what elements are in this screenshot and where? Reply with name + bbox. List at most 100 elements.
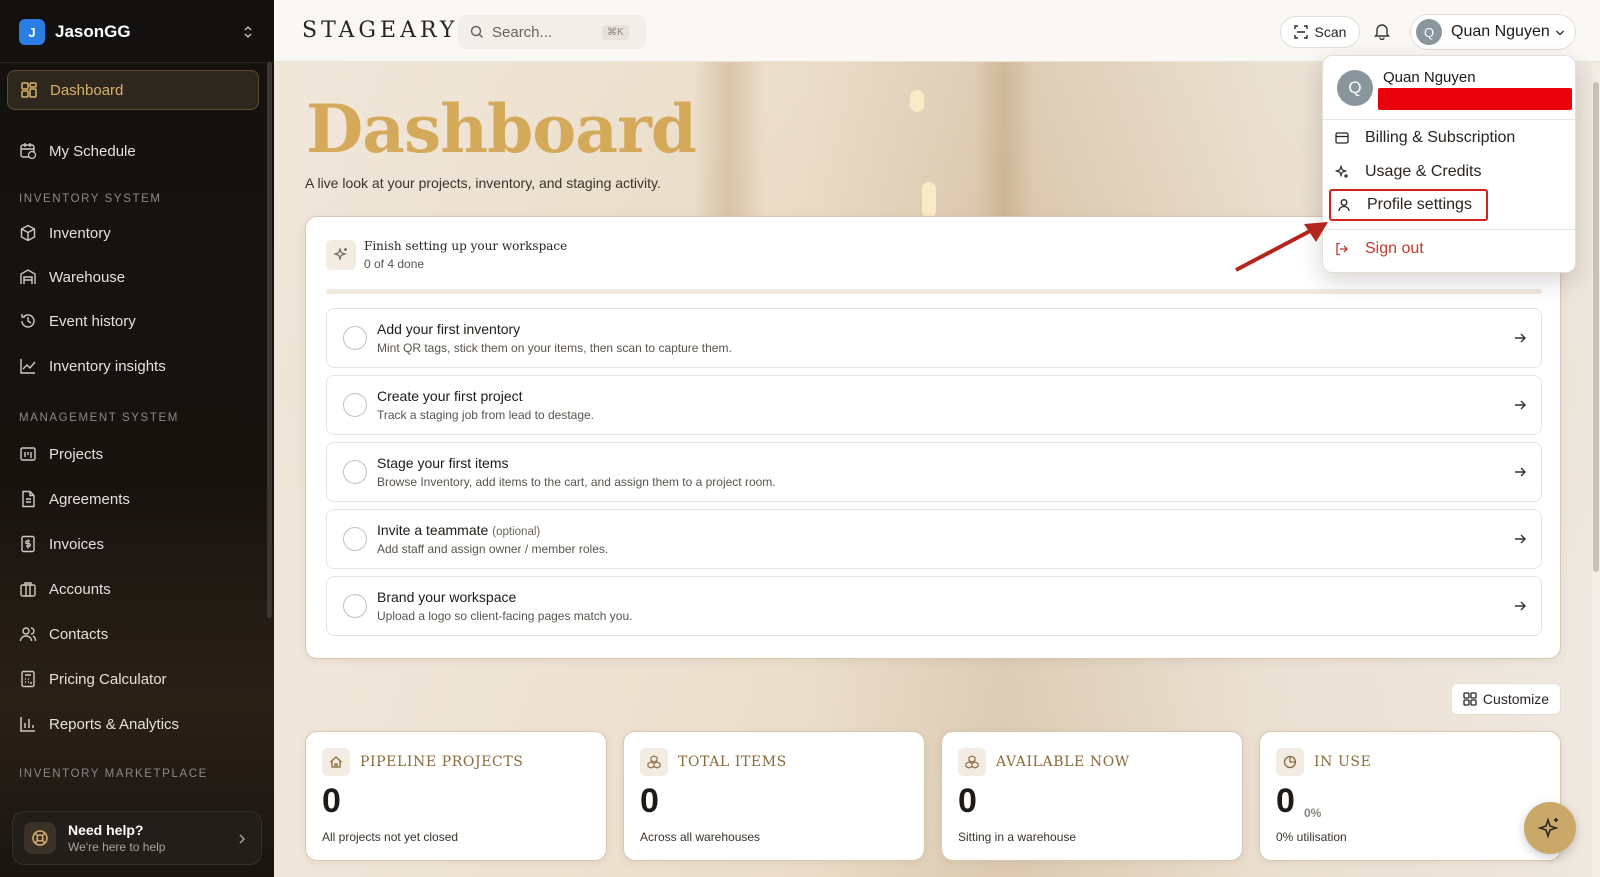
- sidebar-item-agreements[interactable]: Agreements: [7, 479, 259, 519]
- section-inventory-system: INVENTORY SYSTEM: [19, 193, 162, 205]
- stat-value: 0: [1276, 782, 1295, 820]
- stat-card-total-items[interactable]: TOTAL ITEMS 0 Across all warehouses: [623, 731, 925, 861]
- sidebar-item-inventory-insights[interactable]: Inventory insights: [7, 346, 259, 386]
- menu-item-profile-settings[interactable]: Profile settings: [1329, 189, 1488, 221]
- menu-item-label: Billing & Subscription: [1365, 129, 1516, 146]
- menu-item-usage-credits[interactable]: Usage & Credits: [1335, 157, 1565, 187]
- sidebar-item-label: Reports & Analytics: [49, 715, 180, 733]
- topbar: STAGEARY ⌘K Scan Q Quan Nguyen: [274, 0, 1600, 62]
- arrow-right-icon: [1515, 467, 1526, 477]
- task-checkbox[interactable]: [343, 594, 367, 618]
- sidebar-item-invoices[interactable]: Invoices: [7, 524, 259, 564]
- sidebar-item-pricing-calculator[interactable]: Pricing Calculator: [7, 659, 259, 699]
- help-title: Need help?: [68, 822, 144, 838]
- sidebar-item-projects[interactable]: Projects: [7, 434, 259, 474]
- help-subtitle: We're here to help: [68, 840, 166, 854]
- background-light: [922, 182, 936, 218]
- help-card[interactable]: Need help? We're here to help: [12, 811, 262, 865]
- chevron-right-icon: [239, 834, 246, 844]
- menu-item-billing[interactable]: Billing & Subscription: [1335, 123, 1565, 153]
- line-chart-icon: [20, 359, 36, 374]
- stat-card-available-now[interactable]: AVAILABLE NOW 0 Sitting in a warehouse: [941, 731, 1243, 861]
- task-title: Invite a teammate: [377, 522, 489, 538]
- customize-button[interactable]: Customize: [1451, 683, 1561, 715]
- annotation-arrow-icon: [1235, 222, 1328, 272]
- user-dropdown-menu: Q Quan Nguyen Billing & Subscription Usa…: [1322, 55, 1577, 273]
- sidebar-item-dashboard[interactable]: Dashboard: [7, 70, 259, 110]
- background-pillar: [974, 62, 1034, 222]
- sidebar-item-warehouse[interactable]: Warehouse: [7, 257, 259, 297]
- sparkle-icon: [1335, 165, 1348, 178]
- arrow-right-icon: [1515, 400, 1526, 410]
- sidebar-item-inventory[interactable]: Inventory: [7, 213, 259, 253]
- arrow-right-icon: [1515, 601, 1526, 611]
- stat-label: TOTAL ITEMS: [678, 754, 787, 770]
- section-management-system: MANAGEMENT SYSTEM: [19, 412, 179, 424]
- stat-card-pipeline-projects[interactable]: PIPELINE PROJECTS 0 All projects not yet…: [305, 731, 607, 861]
- stat-label: IN USE: [1314, 754, 1372, 770]
- task-invite-teammate[interactable]: Invite a teammate (optional) Add staff an…: [326, 509, 1542, 569]
- stat-percent: 0%: [1304, 806, 1322, 820]
- avatar: Q: [1416, 19, 1442, 45]
- sidebar-item-reports-analytics[interactable]: Reports & Analytics: [7, 704, 259, 744]
- search-shortcut: ⌘K: [602, 24, 629, 40]
- task-brand-workspace[interactable]: Brand your workspace Upload a logo so cl…: [326, 576, 1542, 636]
- brand-logo[interactable]: STAGEARY: [302, 18, 458, 43]
- scan-label: Scan: [1314, 24, 1347, 40]
- sparkle-icon: [326, 240, 356, 270]
- credit-card-icon: [1335, 132, 1349, 144]
- menu-item-sign-out[interactable]: Sign out: [1335, 234, 1565, 264]
- task-description: Track a staging job from lead to destage…: [377, 408, 595, 422]
- bell-icon[interactable]: [1374, 22, 1390, 40]
- bar-chart-icon: [20, 717, 35, 732]
- background-light: [910, 90, 924, 112]
- task-add-inventory[interactable]: Add your first inventory Mint QR tags, s…: [326, 308, 1542, 368]
- sidebar-item-contacts[interactable]: Contacts: [7, 614, 259, 654]
- sidebar-scrollbar[interactable]: [267, 62, 272, 618]
- sidebar-item-label: Agreements: [49, 490, 130, 508]
- task-description: Add staff and assign owner / member role…: [377, 542, 609, 556]
- sidebar-item-my-schedule[interactable]: My Schedule: [7, 131, 259, 171]
- menu-user-name: Quan Nguyen: [1383, 69, 1476, 86]
- ai-assistant-button[interactable]: [1524, 802, 1576, 854]
- stat-card-in-use[interactable]: IN USE 0 0% 0% utilisation: [1259, 731, 1561, 861]
- task-checkbox[interactable]: [343, 326, 367, 350]
- sidebar-item-event-history[interactable]: Event history: [7, 301, 259, 341]
- background-pillar: [694, 62, 764, 222]
- sidebar-item-label: My Schedule: [49, 142, 136, 160]
- boxes-icon: [640, 748, 668, 776]
- chevron-updown-icon: [244, 25, 252, 39]
- boxes-icon: [958, 748, 986, 776]
- user-menu-button[interactable]: Q Quan Nguyen: [1410, 14, 1576, 50]
- task-title: Add your first inventory: [377, 321, 521, 337]
- task-checkbox[interactable]: [343, 393, 367, 417]
- workspace-switcher[interactable]: J JasonGG: [12, 12, 262, 52]
- document-icon: [22, 490, 35, 508]
- setup-checklist-card: Finish setting up your workspace 0 of 4 …: [305, 216, 1561, 659]
- search-input[interactable]: [492, 23, 602, 41]
- workspace-name: JasonGG: [55, 22, 131, 41]
- task-stage-items[interactable]: Stage your first items Browse Inventory,…: [326, 442, 1542, 502]
- task-title: Stage your first items: [377, 455, 509, 471]
- home-icon: [322, 748, 350, 776]
- task-title: Create your first project: [377, 388, 523, 404]
- menu-item-label: Usage & Credits: [1365, 163, 1482, 180]
- scan-button[interactable]: Scan: [1280, 16, 1360, 48]
- task-create-project[interactable]: Create your first project Track a stagin…: [326, 375, 1542, 435]
- task-checkbox[interactable]: [343, 460, 367, 484]
- sidebar-item-label: Warehouse: [49, 268, 126, 286]
- stat-value: 0: [640, 782, 659, 820]
- arrow-right-icon: [1515, 333, 1526, 343]
- sidebar-item-label: Invoices: [49, 535, 105, 553]
- task-checkbox[interactable]: [343, 527, 367, 551]
- main-scrollbar[interactable]: [1592, 62, 1600, 877]
- sidebar-item-accounts[interactable]: Accounts: [7, 569, 259, 609]
- workspace-logo: J: [19, 19, 45, 45]
- invoice-icon: [21, 535, 35, 553]
- sidebar-item-label: Event history: [49, 312, 136, 330]
- stat-value: 0: [322, 782, 341, 820]
- scan-icon: [1293, 25, 1308, 39]
- search-box[interactable]: ⌘K: [458, 15, 646, 49]
- menu-divider: [1323, 119, 1577, 120]
- sparkle-icon: [1538, 817, 1559, 839]
